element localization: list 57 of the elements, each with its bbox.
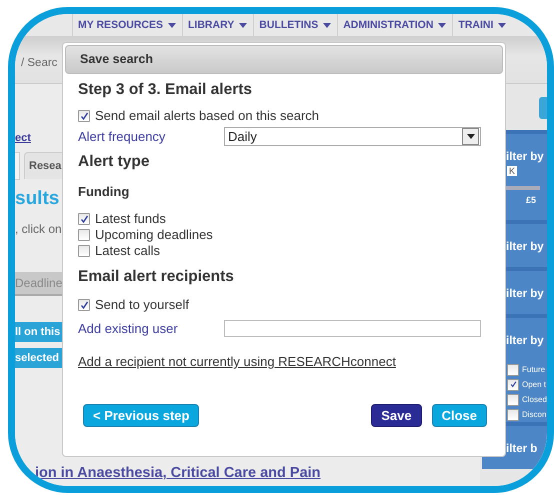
- option-label: Closed: [522, 395, 547, 404]
- caret-icon: [168, 22, 176, 28]
- breadcrumb[interactable]: / Searc: [21, 57, 58, 69]
- filter-title[interactable]: ilter by: [506, 134, 544, 166]
- checkbox[interactable]: [78, 245, 90, 257]
- option-label: Future: [522, 365, 546, 374]
- check-icon: [80, 214, 88, 224]
- step-heading: Step 3 of 3. Email alerts: [78, 80, 252, 100]
- nav-menu-item[interactable]: LIBRARY: [182, 14, 254, 36]
- check-icon: [510, 381, 516, 388]
- checkbox-label: Latest calls: [95, 243, 160, 259]
- check-icon: [80, 112, 88, 120]
- checkbox[interactable]: [507, 378, 519, 390]
- option-label: Discon: [522, 410, 546, 419]
- frequency-dropdown[interactable]: Daily: [224, 127, 481, 146]
- page-heading: sults: [15, 188, 60, 210]
- nav-menu-item[interactable]: BULLETINS: [253, 14, 338, 36]
- filter-title[interactable]: ilter b: [506, 426, 538, 458]
- result-title-link[interactable]: ion in Anaesthesia, Critical Care and Pain: [35, 465, 321, 481]
- option-label: Open t: [522, 380, 546, 389]
- checkbox-label: Send to yourself: [95, 297, 189, 313]
- instruction-text: , click on: [15, 222, 62, 236]
- checkbox[interactable]: [507, 408, 519, 420]
- check-icon: [80, 300, 88, 310]
- checkbox[interactable]: [507, 364, 519, 376]
- filter-tag[interactable]: K: [507, 166, 518, 176]
- dropdown-arrow-icon: [466, 134, 474, 139]
- caret-icon: [323, 22, 332, 28]
- nav-menu-item[interactable]: MY RESOURCES: [72, 14, 182, 36]
- dialog-button[interactable]: Save: [371, 404, 422, 427]
- section-heading: Email alert recipients: [78, 267, 234, 287]
- checkbox-label: Send email alerts based on this search: [95, 108, 320, 124]
- checkbox-label: Upcoming deadlines: [95, 227, 213, 243]
- nav-menu-item[interactable]: ADMINISTRATION: [337, 14, 452, 36]
- section-heading: Alert type: [78, 152, 150, 172]
- checkbox[interactable]: [78, 229, 90, 241]
- field-label: Add existing user: [78, 321, 179, 336]
- filter-title[interactable]: ilter by: [506, 271, 544, 303]
- group-heading: Funding: [78, 184, 130, 199]
- add-recipient-link[interactable]: Add a recipient not currently using RESEARCHconnect: [78, 354, 396, 369]
- dialog-title-bar: Save search: [65, 45, 503, 74]
- filter-title[interactable]: ilter by: [506, 318, 544, 350]
- caret-icon: [239, 22, 248, 28]
- caret-icon: [438, 22, 446, 28]
- checkbox[interactable]: [78, 299, 90, 311]
- filter-title[interactable]: ilter by: [506, 224, 544, 256]
- nav-menu-item[interactable]: TRAINI: [452, 14, 512, 36]
- checkbox[interactable]: [78, 110, 90, 122]
- link[interactable]: ect: [15, 132, 31, 144]
- caret-icon: [498, 22, 506, 28]
- field-label: Alert frequency: [78, 129, 166, 144]
- checkbox[interactable]: [78, 213, 90, 225]
- checkbox-label: Latest funds: [95, 211, 166, 227]
- tick-label: £5: [526, 195, 536, 205]
- checkbox[interactable]: [507, 394, 519, 406]
- user-input-field[interactable]: [224, 320, 481, 337]
- selected-value: Daily: [228, 129, 257, 144]
